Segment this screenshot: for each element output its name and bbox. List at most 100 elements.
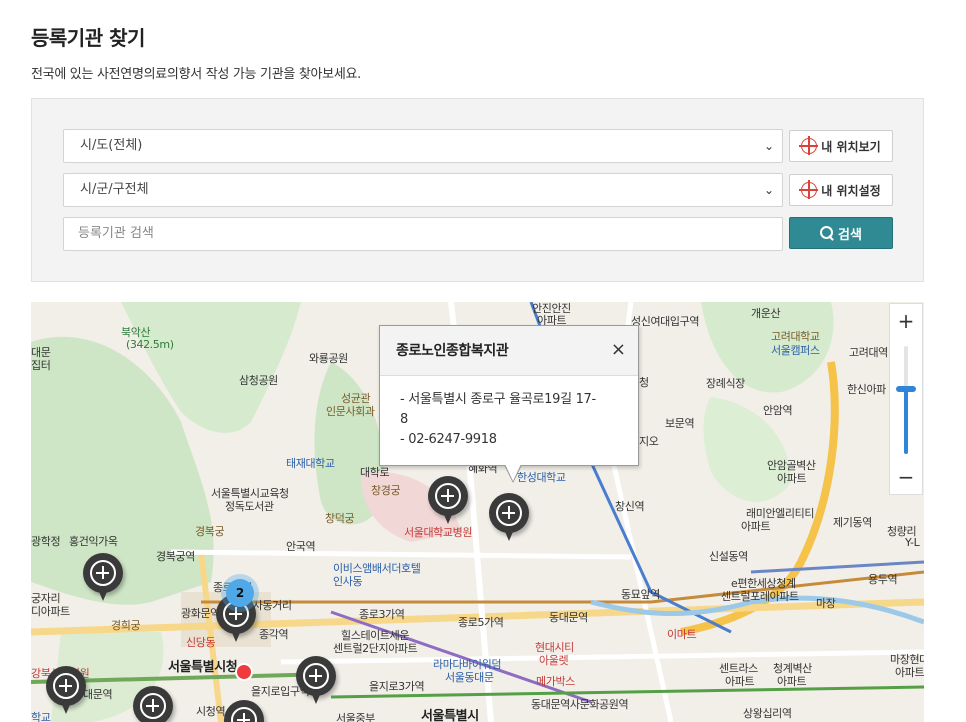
map-label: 태재대학교 [286,457,335,470]
map-label: 시청역 [196,705,226,718]
map-label: 을지로3가역 [369,680,425,693]
search-panel: 시/도(전체) ⌄ 내 위치보기 시/군/구전체 ⌄ 내 위치설정 등록기관 검… [31,98,924,282]
map-label: 보문역 [665,417,695,430]
popup-phone: - 02-6247-9918 [400,432,497,447]
map-label: 장례식장 [706,377,745,390]
plus-icon [140,693,166,719]
institution-marker[interactable] [296,656,336,708]
map-label: 서울캠퍼스 [771,344,820,357]
zoom-out-button[interactable]: − [890,462,922,494]
marker-pin [83,553,123,601]
plus-icon [303,663,329,689]
popup-pointer-inner [505,464,521,481]
institution-marker[interactable] [46,666,86,718]
marker-pin [133,686,173,722]
map-label: 아파트 [741,520,771,533]
map-label: 집터 [31,359,51,372]
map-label: 한신아파 [847,383,886,396]
marker-pin [428,476,468,524]
map-label: 센트럴포레아파트 [721,590,799,603]
marker-pin [46,666,86,714]
zoom-slider-handle[interactable] [896,386,916,393]
zoom-control: + − [889,303,923,495]
map-label: 아파트 [895,666,924,679]
map-label: 제기동역 [833,516,872,529]
map-label: 메가박스 [536,675,575,688]
map-label: 센트럴2단지아파트 [333,642,418,655]
plus-icon [435,483,461,509]
close-icon[interactable]: × [611,340,626,360]
map-label: 종로5가역 [458,616,504,629]
crosshair-icon [799,136,819,155]
plus-icon [231,707,257,722]
institution-search-input[interactable]: 등록기관 검색 [63,217,783,251]
cluster-marker[interactable]: 2 [226,579,254,607]
zoom-in-button[interactable]: + [890,306,922,338]
region-select[interactable]: 시/도(전체) ⌄ [63,129,783,163]
map-label: 마장 [816,597,836,610]
district-select[interactable]: 시/군/구전체 ⌄ [63,173,783,207]
plus-icon [53,673,79,699]
institution-marker[interactable] [489,493,529,545]
current-location-marker [235,663,253,681]
map-label: 와룡공원 [309,352,348,365]
map-label: 서울중부 [336,712,375,722]
map-label: 신당동 [186,636,216,649]
map-view[interactable]: 북악산 (342.5m) 와룡공원 삼청공원 성균관 인문사회과 태재대학교 대… [31,302,924,722]
district-select-value: 시/군/구전체 [80,182,149,197]
search-button[interactable]: 검색 [789,217,893,249]
institution-marker[interactable] [428,476,468,528]
map-label: 정독도서관 [225,500,274,513]
map-label: 용두역 [868,573,898,586]
map-label: 성신여대입구역 [631,315,700,328]
chevron-down-icon: ⌄ [763,139,774,153]
map-label: 상왕십리역 [743,707,792,720]
map-label: 인사동 [333,575,363,588]
page-title: 등록기관 찾기 [31,26,145,50]
institution-info-popup: 종로노인종합복지관 × - 서울특별시 종로구 율곡로19길 17- 8 - 0… [379,325,639,483]
map-label: 디아파트 [31,605,70,618]
plus-icon [90,560,116,586]
map-label: 아파트 [777,675,807,688]
marker-pin [489,493,529,541]
map-label: 창덕궁 [325,512,355,525]
map-label: 한성대학교 [517,471,566,484]
my-location-view-label: 내 위치보기 [821,139,881,154]
map-label: 이마트 [667,628,697,641]
map-label: (342.5m) [126,338,174,351]
map-label: 서울특별시청 [168,660,238,675]
map-label: 고려대역 [849,346,888,359]
map-label: 청 [639,376,649,389]
map-label: Y-L [905,536,920,549]
map-label: 대문역 [83,688,113,701]
map-label: 서울동대문 [445,671,494,684]
map-label: 안국역 [286,540,316,553]
map-label: 삼청공원 [239,374,278,387]
map-label: 경복궁역 [156,550,195,563]
map-label: 경희궁 [111,619,141,632]
map-label: 인문사회과 [326,405,375,418]
institution-marker[interactable] [224,700,264,722]
plus-icon [496,500,522,526]
map-label: 경복궁 [195,525,225,538]
my-location-set-label: 내 위치설정 [821,183,881,198]
popup-address: - 서울특별시 종로구 율곡로19길 17- [400,392,596,407]
map-label: 개운산 [751,307,781,320]
my-location-set-button[interactable]: 내 위치설정 [789,174,893,206]
institution-marker[interactable] [83,553,123,605]
institution-marker[interactable] [133,686,173,722]
zoom-level-fill [904,389,908,454]
my-location-view-button[interactable]: 내 위치보기 [789,130,893,162]
chevron-down-icon: ⌄ [763,183,774,197]
map-label: 아울렛 [539,654,569,667]
map-label: 아파트 [725,675,755,688]
marker-pin [224,700,264,722]
map-label: 지오 [639,435,659,448]
page-description: 전국에 있는 사전연명의료의향서 작성 가능 기관을 찾아보세요. [31,67,361,82]
map-label: 동대문역사문화공원역 [531,698,629,711]
map-label: 안암역 [763,404,793,417]
popup-title: 종로노인종합복지관 [380,326,638,376]
map-label: 창경궁 [371,484,401,497]
region-select-value: 시/도(전체) [80,138,143,153]
map-label: 서울특별시 [421,709,479,722]
